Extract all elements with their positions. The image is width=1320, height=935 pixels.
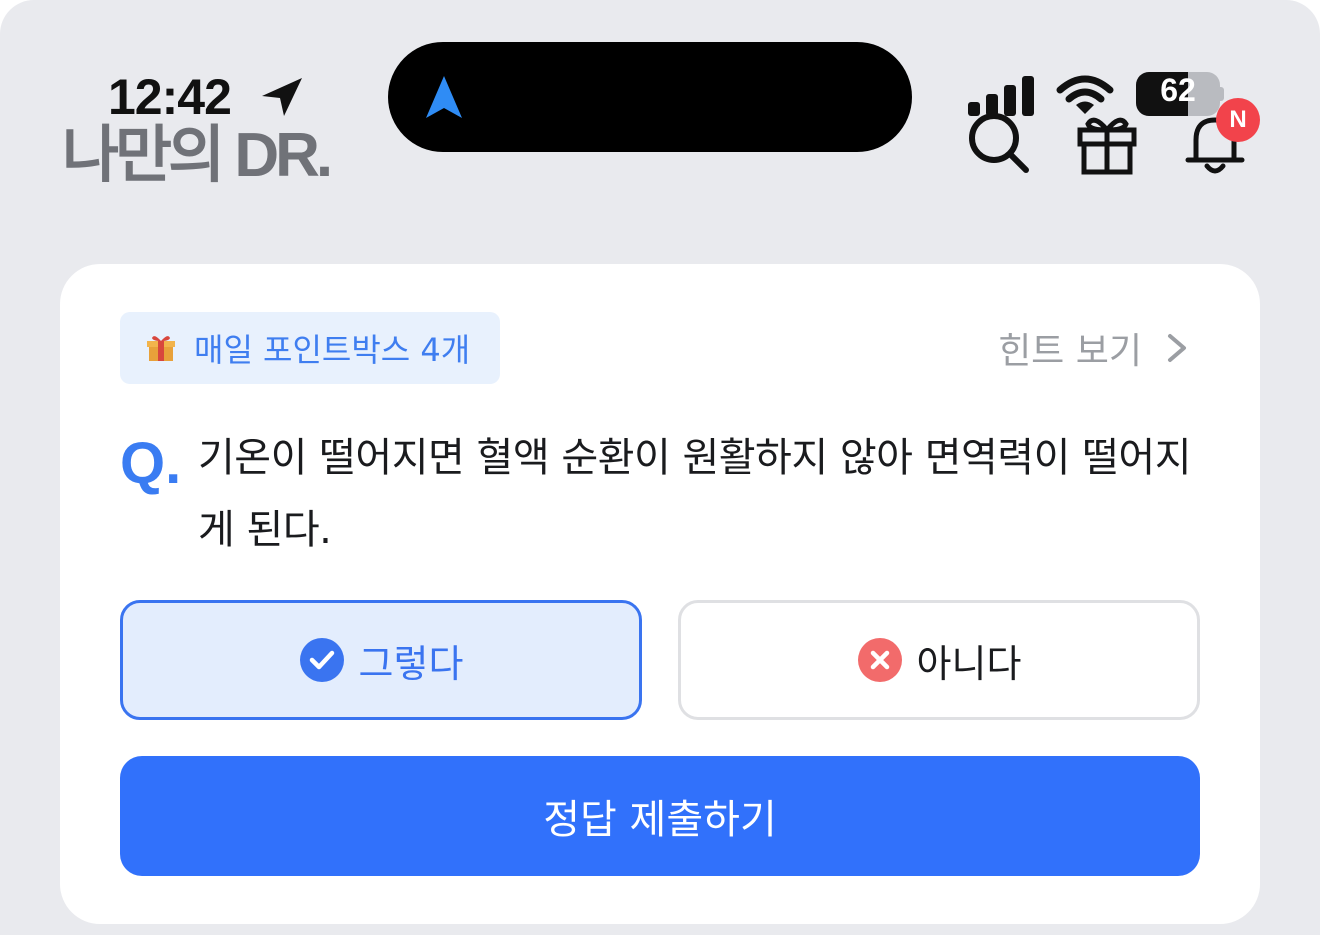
gift-icon	[1077, 117, 1137, 175]
question-text: 기온이 떨어지면 혈액 순환이 원활하지 않아 면역력이 떨어지게 된다.	[198, 435, 1192, 553]
submit-answer-button[interactable]: 정답 제출하기	[120, 756, 1200, 876]
check-circle-icon	[299, 638, 344, 682]
daily-pointbox-banner[interactable]: 매일 포인트박스 4개	[120, 312, 501, 384]
pointbox-label: 매일 포인트박스 4개	[194, 331, 471, 369]
gift-button[interactable]	[1074, 110, 1140, 176]
x-circle-icon	[857, 638, 902, 682]
answer-no-button[interactable]: 아니다	[678, 600, 1200, 720]
app-screen: 12:42 62 나만의 DR. N 매일 포인트박스 4개 힌트 보기 Q. …	[0, 0, 1320, 935]
answer-yes-label: 그렇다	[358, 641, 464, 686]
app-logo[interactable]: 나만의 DR.	[62, 104, 333, 194]
question-mark: Q.	[120, 431, 182, 496]
notification-badge: N	[1216, 98, 1260, 142]
hint-link[interactable]: 힌트 보기	[998, 322, 1190, 374]
hint-label: 힌트 보기	[998, 331, 1142, 372]
dynamic-island	[388, 42, 912, 152]
search-button[interactable]	[966, 110, 1032, 176]
answer-yes-button[interactable]: 그렇다	[120, 600, 642, 720]
answer-no-label: 아니다	[916, 641, 1022, 686]
quiz-card: 매일 포인트박스 4개 힌트 보기 Q. 기온이 떨어지면 혈액 순환이 원활하…	[60, 264, 1260, 924]
navigation-arrow-icon	[426, 76, 462, 118]
battery-nub	[1219, 87, 1224, 101]
chevron-right-icon	[1168, 334, 1186, 362]
gift-emoji-icon	[147, 336, 175, 361]
search-icon	[969, 113, 1029, 173]
